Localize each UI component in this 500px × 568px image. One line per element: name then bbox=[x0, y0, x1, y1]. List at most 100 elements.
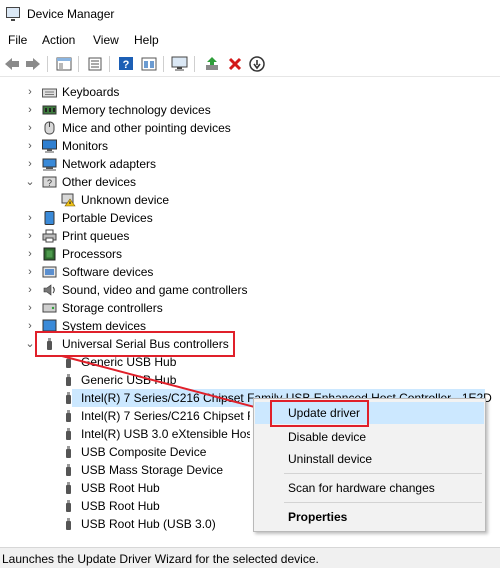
window-title: Device Manager bbox=[27, 7, 115, 21]
tree-item-unknown-device[interactable]: Unknown device bbox=[0, 191, 480, 209]
tree-item-portable-devices[interactable]: › Portable Devices bbox=[0, 209, 480, 227]
memory-icon bbox=[42, 105, 57, 115]
tree-item-usb-mass-storage[interactable]: USB Mass Storage Device bbox=[0, 461, 250, 479]
tree-item-label: Mice and other pointing devices bbox=[62, 121, 231, 135]
usb-icon bbox=[66, 518, 71, 530]
menu-item-disable-device[interactable]: Disable device bbox=[255, 426, 484, 448]
chevron-right-icon[interactable]: › bbox=[25, 263, 35, 281]
monitor-icon bbox=[42, 139, 57, 153]
tree-item-label: USB Root Hub bbox=[81, 499, 160, 513]
help-icon[interactable]: ? bbox=[117, 55, 135, 72]
tree-item-label: Processors bbox=[62, 247, 123, 261]
update-driver-icon[interactable] bbox=[203, 55, 221, 72]
processor-icon bbox=[43, 247, 56, 261]
usb-icon bbox=[66, 482, 71, 494]
tree-item-usb-root-hub-3[interactable]: USB Root Hub (USB 3.0) bbox=[0, 515, 250, 533]
properties-icon[interactable] bbox=[86, 55, 104, 72]
usb-icon bbox=[66, 410, 71, 422]
tree-item-label: Intel(R) 7 Series/C216 Chipset Fa bbox=[81, 409, 250, 423]
chevron-right-icon[interactable]: › bbox=[25, 227, 35, 245]
tree-item-label: Print queues bbox=[62, 229, 130, 243]
show-hidden-icon[interactable] bbox=[140, 55, 158, 72]
portable-device-icon bbox=[44, 211, 55, 225]
forward-icon[interactable] bbox=[24, 55, 42, 72]
other-devices-icon: ? bbox=[42, 176, 57, 188]
tree-item-label: Storage controllers bbox=[62, 301, 163, 315]
menu-item-scan-hardware[interactable]: Scan for hardware changes bbox=[255, 477, 484, 499]
tree-item-storage[interactable]: › Storage controllers bbox=[0, 299, 480, 317]
svg-text:?: ? bbox=[123, 59, 130, 71]
show-hide-tree-icon[interactable] bbox=[55, 55, 73, 72]
tree-item-label: Sound, video and game controllers bbox=[62, 283, 248, 297]
menu-action[interactable]: Action bbox=[42, 33, 75, 47]
tree-item-sound[interactable]: › Sound, video and game controllers bbox=[0, 281, 480, 299]
chevron-right-icon[interactable]: › bbox=[25, 299, 35, 317]
chevron-right-icon[interactable]: › bbox=[25, 317, 35, 335]
tree-item-memory[interactable]: › Memory technology devices bbox=[0, 101, 480, 119]
menu-file[interactable]: File bbox=[8, 33, 27, 47]
keyboard-icon bbox=[42, 88, 57, 98]
chevron-down-icon[interactable]: ⌄ bbox=[25, 173, 35, 191]
tree-item-mice[interactable]: › Mice and other pointing devices bbox=[0, 119, 480, 137]
menu-separator bbox=[284, 473, 482, 474]
title-bar: Device Manager bbox=[0, 0, 500, 30]
tree-item-generic-usb-hub[interactable]: Generic USB Hub bbox=[0, 371, 480, 389]
tree-item-keyboards[interactable]: › Keyboards bbox=[0, 83, 480, 101]
tree-item-processors[interactable]: › Processors bbox=[0, 245, 480, 263]
chevron-right-icon[interactable]: › bbox=[25, 119, 35, 137]
mouse-icon bbox=[44, 121, 55, 135]
tree-item-usb-composite[interactable]: USB Composite Device bbox=[0, 443, 250, 461]
usb-icon bbox=[66, 500, 71, 512]
status-text: Launches the Update Driver Wizard for th… bbox=[2, 552, 319, 566]
usb-icon bbox=[66, 428, 71, 440]
chevron-right-icon[interactable]: › bbox=[25, 209, 35, 227]
tree-item-label: Software devices bbox=[62, 265, 154, 279]
toolbar: ? bbox=[0, 51, 500, 77]
menu-view[interactable]: View bbox=[93, 33, 119, 47]
tree-item-label: Portable Devices bbox=[62, 211, 153, 225]
menu-bar: File Action View Help bbox=[0, 30, 500, 50]
chevron-right-icon[interactable]: › bbox=[25, 245, 35, 263]
tree-item-print-queues[interactable]: › Print queues bbox=[0, 227, 480, 245]
disable-icon[interactable] bbox=[248, 55, 266, 72]
tree-item-other-devices[interactable]: ⌄ ? Other devices bbox=[0, 173, 480, 191]
tree-item-software-devices[interactable]: › Software devices bbox=[0, 263, 480, 281]
chevron-right-icon[interactable]: › bbox=[25, 281, 35, 299]
tree-item-label: Other devices bbox=[62, 175, 137, 189]
annotation-box-usb-controllers bbox=[35, 331, 235, 357]
network-icon bbox=[42, 158, 57, 171]
tree-item-label: Generic USB Hub bbox=[81, 373, 177, 387]
tree-item-usb-root-hub[interactable]: USB Root Hub bbox=[0, 497, 250, 515]
menu-item-uninstall-device[interactable]: Uninstall device bbox=[255, 448, 484, 470]
tree-item-label: USB Mass Storage Device bbox=[81, 463, 224, 477]
tree-item-intel-xhci[interactable]: Intel(R) USB 3.0 eXtensible Host C bbox=[0, 425, 250, 443]
storage-icon bbox=[42, 303, 57, 313]
tree-item-label: USB Root Hub bbox=[81, 481, 160, 495]
chevron-right-icon[interactable]: › bbox=[25, 83, 35, 101]
tree-item-label: Unknown device bbox=[81, 193, 170, 207]
menu-item-properties[interactable]: Properties bbox=[255, 506, 484, 528]
chevron-down-icon[interactable]: ⌄ bbox=[25, 335, 35, 353]
scan-hardware-icon[interactable] bbox=[171, 55, 189, 72]
tree-item-label: Monitors bbox=[62, 139, 109, 153]
uninstall-icon[interactable] bbox=[226, 55, 244, 72]
tree-item-monitors[interactable]: › Monitors bbox=[0, 137, 480, 155]
chevron-right-icon[interactable]: › bbox=[25, 137, 35, 155]
printer-icon bbox=[42, 229, 57, 243]
tree-item-label: Intel(R) USB 3.0 eXtensible Host C bbox=[81, 427, 250, 441]
usb-icon bbox=[66, 392, 71, 404]
status-bar: Launches the Update Driver Wizard for th… bbox=[0, 547, 500, 568]
chevron-right-icon[interactable]: › bbox=[25, 155, 35, 173]
menu-help[interactable]: Help bbox=[134, 33, 159, 47]
usb-icon bbox=[66, 356, 71, 368]
chevron-right-icon[interactable]: › bbox=[25, 101, 35, 119]
tree-item-label: Network adapters bbox=[62, 157, 157, 171]
software-device-icon bbox=[42, 266, 57, 278]
usb-icon bbox=[66, 464, 71, 476]
speaker-icon bbox=[43, 284, 55, 296]
tree-item-usb-root-hub[interactable]: USB Root Hub bbox=[0, 479, 250, 497]
tree-item-intel-ehci[interactable]: Intel(R) 7 Series/C216 Chipset Fa bbox=[0, 407, 250, 425]
tree-item-label: Memory technology devices bbox=[62, 103, 211, 117]
back-icon[interactable] bbox=[3, 55, 21, 72]
tree-item-network[interactable]: › Network adapters bbox=[0, 155, 480, 173]
